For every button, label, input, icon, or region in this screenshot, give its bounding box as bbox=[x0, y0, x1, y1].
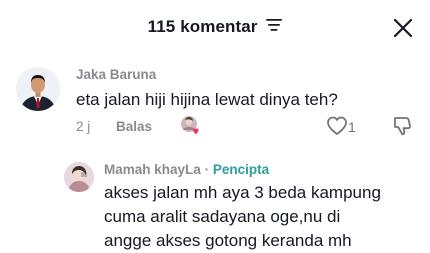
comment-timestamp: 2 j bbox=[76, 119, 91, 134]
comment-text: eta jalan hiji hijina lewat dinya teh? bbox=[76, 90, 338, 109]
heart-outline-icon[interactable] bbox=[326, 115, 348, 137]
comment-count-title: 115 komentar bbox=[147, 17, 258, 36]
sort-filter-icon[interactable] bbox=[266, 16, 283, 36]
comments-header: 115 komentar bbox=[0, 0, 430, 56]
reply-username[interactable]: Mamah khayLa bbox=[104, 162, 201, 177]
reply-text-line: akses jalan mh aya 3 beda kampung bbox=[104, 183, 381, 202]
close-icon[interactable] bbox=[392, 17, 414, 39]
avatar[interactable] bbox=[16, 67, 60, 111]
creator-badge: Pencipta bbox=[212, 162, 270, 177]
reply-text-line: angge akses gotong keranda mh bbox=[104, 231, 352, 250]
reply-button[interactable]: Balas bbox=[116, 119, 152, 134]
reply-username-line: Mamah khayLa · Pencipta bbox=[104, 162, 269, 177]
thumbs-down-icon[interactable] bbox=[391, 115, 413, 137]
like-count: 1 bbox=[348, 119, 356, 135]
separator-dot: · bbox=[204, 162, 210, 177]
reply-text-line: cuma aralit sadayana oge,nu di bbox=[104, 207, 341, 226]
creator-liked-avatar bbox=[180, 115, 202, 137]
comment-username[interactable]: Jaka Baruna bbox=[76, 67, 156, 82]
avatar[interactable] bbox=[64, 162, 94, 192]
comments-title-bar[interactable]: 115 komentar bbox=[0, 17, 430, 37]
